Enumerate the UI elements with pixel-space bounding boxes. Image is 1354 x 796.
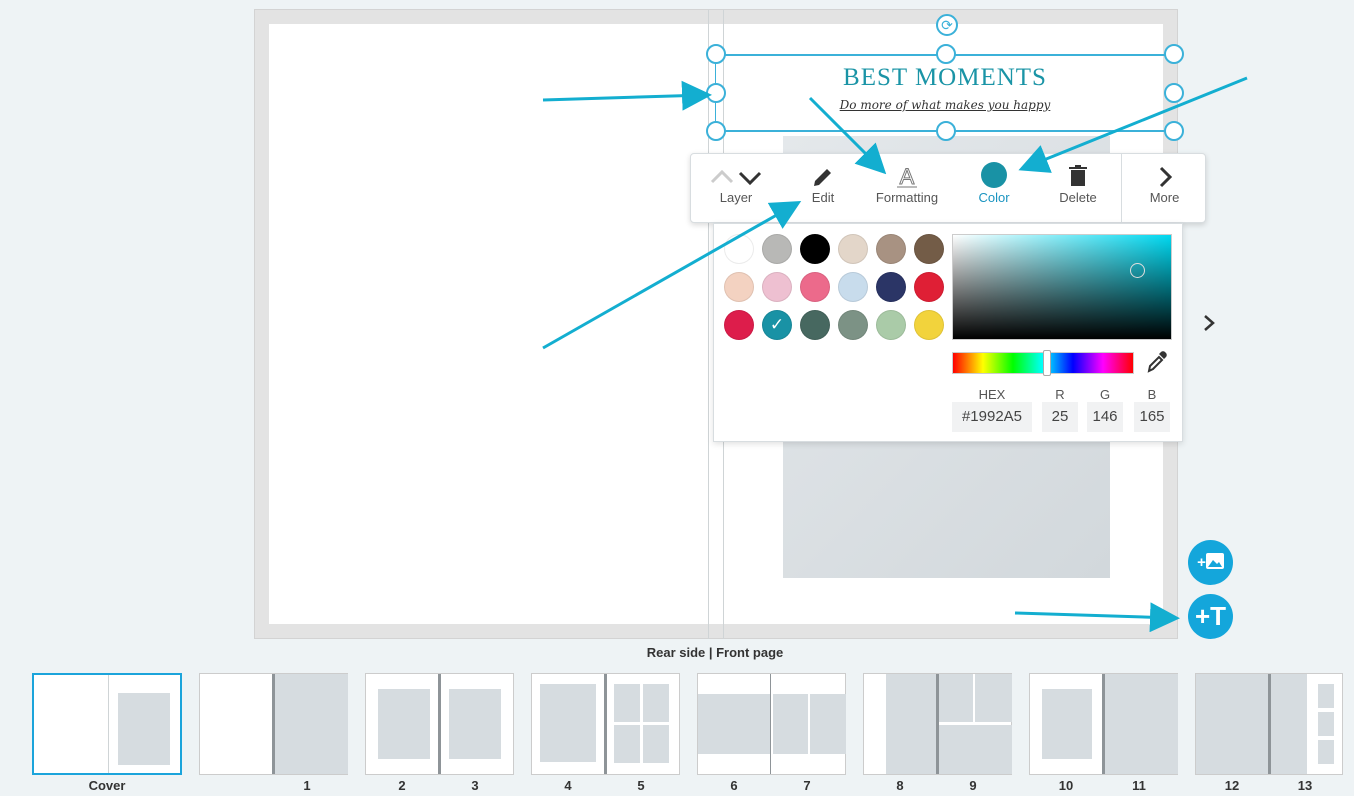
color-swatch[interactable] bbox=[762, 272, 792, 302]
edit-label: Edit bbox=[811, 190, 835, 205]
layer-arrows-icon bbox=[710, 169, 762, 186]
add-image-button[interactable]: + bbox=[1188, 540, 1233, 585]
color-swatch[interactable] bbox=[876, 272, 906, 302]
thumbnail-spread[interactable] bbox=[697, 673, 846, 775]
next-page-arrow-icon[interactable] bbox=[1201, 312, 1217, 340]
color-swatch[interactable] bbox=[838, 310, 868, 340]
image-icon bbox=[1205, 553, 1224, 569]
spread-caption: Rear side | Front page bbox=[646, 645, 784, 660]
color-swatch[interactable] bbox=[838, 234, 868, 264]
formatting-label: Formatting bbox=[875, 190, 939, 205]
thumbnail-label: 4 bbox=[564, 778, 572, 793]
color-swatch[interactable] bbox=[876, 310, 906, 340]
more-label: More bbox=[1149, 190, 1180, 205]
cover-title[interactable]: BEST MOMENTS bbox=[715, 64, 1175, 92]
thumbnail-label: 9 bbox=[969, 778, 977, 793]
color-swatch[interactable] bbox=[724, 234, 754, 264]
color-button[interactable]: Color bbox=[959, 154, 1029, 224]
thumbnail-label: 6 bbox=[730, 778, 738, 793]
resize-handle[interactable] bbox=[706, 44, 726, 64]
color-swatch[interactable] bbox=[800, 272, 830, 302]
thumbnail-label: 1 bbox=[303, 778, 311, 793]
color-dot-icon bbox=[981, 162, 1007, 188]
resize-handle[interactable] bbox=[1164, 44, 1184, 64]
cover-subtitle[interactable]: Do more of what makes you happy bbox=[715, 98, 1175, 112]
edit-button[interactable]: Edit bbox=[791, 154, 855, 224]
thumbnail-label: Cover bbox=[88, 778, 126, 793]
thumbnail-cover[interactable] bbox=[32, 673, 182, 775]
thumbnail-spread[interactable] bbox=[863, 673, 1012, 775]
r-input[interactable]: 25 bbox=[1042, 402, 1078, 432]
g-label: G bbox=[1099, 387, 1111, 402]
text-format-icon: A bbox=[867, 154, 947, 190]
color-swatch[interactable] bbox=[876, 234, 906, 264]
chevron-up-icon[interactable] bbox=[710, 169, 734, 184]
resize-handle[interactable] bbox=[936, 121, 956, 141]
resize-handle[interactable] bbox=[936, 44, 956, 64]
delete-label: Delete bbox=[1059, 190, 1097, 205]
resize-handle[interactable] bbox=[1164, 121, 1184, 141]
resize-handle[interactable] bbox=[706, 121, 726, 141]
eyedropper-icon[interactable] bbox=[1145, 350, 1169, 376]
thumbnail-spread[interactable] bbox=[531, 673, 680, 775]
saturation-value-picker[interactable] bbox=[952, 234, 1172, 340]
color-swatch[interactable] bbox=[724, 310, 754, 340]
color-swatch[interactable] bbox=[800, 310, 830, 340]
color-swatch[interactable] bbox=[800, 234, 830, 264]
resize-handle[interactable] bbox=[1164, 83, 1184, 103]
trash-icon bbox=[1043, 154, 1113, 190]
color-swatch[interactable] bbox=[724, 272, 754, 302]
more-button[interactable]: More bbox=[1121, 154, 1207, 224]
color-swatch[interactable] bbox=[914, 234, 944, 264]
thumbnail-label: 2 bbox=[398, 778, 406, 793]
chevron-down-icon[interactable] bbox=[738, 171, 762, 186]
g-input[interactable]: 146 bbox=[1087, 402, 1123, 432]
color-swatch[interactable] bbox=[914, 272, 944, 302]
add-image-label: + bbox=[1197, 554, 1206, 571]
thumbnail-label: 13 bbox=[1297, 778, 1313, 793]
rotate-handle-icon[interactable]: ⟳ bbox=[936, 14, 958, 36]
hex-input[interactable]: #1992A5 bbox=[952, 402, 1032, 432]
color-swatch[interactable] bbox=[762, 234, 792, 264]
thumbnail-label: 12 bbox=[1224, 778, 1240, 793]
thumbnail-spread[interactable] bbox=[199, 673, 348, 775]
svg-text:A: A bbox=[900, 164, 915, 189]
thumbnail-spread[interactable] bbox=[1195, 673, 1343, 775]
add-text-button[interactable]: +T bbox=[1188, 594, 1233, 639]
layer-tool[interactable]: Layer bbox=[701, 154, 771, 224]
pencil-icon bbox=[791, 154, 855, 190]
b-input[interactable]: 165 bbox=[1134, 402, 1170, 432]
resize-handle[interactable] bbox=[706, 83, 726, 103]
thumbnail-label: 8 bbox=[896, 778, 904, 793]
color-label: Color bbox=[978, 190, 1010, 205]
formatting-button[interactable]: A Formatting bbox=[867, 154, 947, 224]
thumbnail-label: 11 bbox=[1132, 778, 1146, 793]
element-toolbar: Layer Edit A Formatting Color Delete Mor… bbox=[690, 153, 1207, 224]
spine-line bbox=[708, 9, 709, 639]
color-swatch[interactable] bbox=[838, 272, 868, 302]
hex-label: HEX bbox=[978, 387, 1006, 402]
thumbnail-label: 3 bbox=[471, 778, 479, 793]
color-swatch-selected[interactable]: ✓ bbox=[762, 310, 792, 340]
thumbnail-label: 7 bbox=[803, 778, 811, 793]
b-label: B bbox=[1147, 387, 1157, 402]
saturation-cursor[interactable] bbox=[1130, 263, 1145, 278]
r-label: R bbox=[1055, 387, 1065, 402]
color-swatch[interactable] bbox=[914, 310, 944, 340]
thumbnail-label: 10 bbox=[1058, 778, 1074, 793]
thumbnail-spread[interactable] bbox=[365, 673, 514, 775]
hue-slider-thumb[interactable] bbox=[1043, 350, 1051, 376]
thumbnail-label: 5 bbox=[637, 778, 645, 793]
chevron-right-icon bbox=[1122, 154, 1207, 190]
thumbnail-spread[interactable] bbox=[1029, 673, 1178, 775]
delete-button[interactable]: Delete bbox=[1043, 154, 1113, 224]
